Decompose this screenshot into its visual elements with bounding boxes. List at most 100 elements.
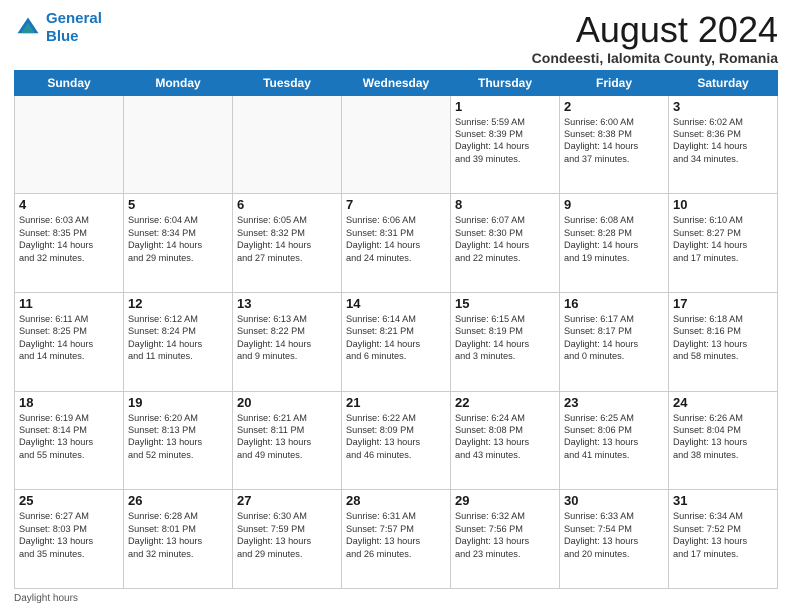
day-number: 30	[564, 493, 664, 508]
calendar-cell: 10Sunrise: 6:10 AM Sunset: 8:27 PM Dayli…	[669, 194, 778, 293]
col-header-wednesday: Wednesday	[342, 70, 451, 95]
day-number: 31	[673, 493, 773, 508]
calendar-cell: 5 Sunrise: 6:04 AM Sunset: 8:34 PM Daylig…	[124, 194, 233, 293]
day-info: Sunrise: 6:08 AM Sunset: 8:28 PM Dayligh…	[564, 214, 664, 264]
calendar-cell: 11 Sunrise: 6:11 AM Sunset: 8:25 PM Dayli…	[15, 292, 124, 391]
calendar-cell: 1 Sunrise: 5:59 AM Sunset: 8:39 PM Daylig…	[451, 95, 560, 194]
logo-icon	[14, 14, 42, 42]
day-number: 27	[237, 493, 337, 508]
calendar-cell: 15 Sunrise: 6:15 AM Sunset: 8:19 PM Dayli…	[451, 292, 560, 391]
calendar-cell: 12 Sunrise: 6:12 AM Sunset: 8:24 PM Dayli…	[124, 292, 233, 391]
calendar-cell: 25 Sunrise: 6:27 AM Sunset: 8:03 PM Dayli…	[15, 490, 124, 589]
day-number: 5	[128, 197, 228, 212]
calendar-cell: 27Sunrise: 6:30 AM Sunset: 7:59 PM Dayli…	[233, 490, 342, 589]
col-header-monday: Monday	[124, 70, 233, 95]
calendar-cell	[124, 95, 233, 194]
page: General Blue August 2024 Condeesti, Ialo…	[0, 0, 792, 612]
calendar-cell: 7 Sunrise: 6:06 AM Sunset: 8:31 PM Daylig…	[342, 194, 451, 293]
day-number: 6	[237, 197, 337, 212]
calendar-cell: 31 Sunrise: 6:34 AM Sunset: 7:52 PM Dayli…	[669, 490, 778, 589]
calendar-cell: 29Sunrise: 6:32 AM Sunset: 7:56 PM Dayli…	[451, 490, 560, 589]
calendar-week-1: 4 Sunrise: 6:03 AM Sunset: 8:35 PM Daylig…	[15, 194, 778, 293]
day-number: 11	[19, 296, 119, 311]
calendar-cell: 28 Sunrise: 6:31 AM Sunset: 7:57 PM Dayli…	[342, 490, 451, 589]
calendar-cell: 17Sunrise: 6:18 AM Sunset: 8:16 PM Dayli…	[669, 292, 778, 391]
day-number: 23	[564, 395, 664, 410]
day-number: 1	[455, 99, 555, 114]
day-number: 12	[128, 296, 228, 311]
day-number: 21	[346, 395, 446, 410]
day-number: 14	[346, 296, 446, 311]
col-header-saturday: Saturday	[669, 70, 778, 95]
day-info: Sunrise: 6:24 AM Sunset: 8:08 PM Dayligh…	[455, 412, 555, 462]
calendar-cell	[342, 95, 451, 194]
calendar-cell: 9 Sunrise: 6:08 AM Sunset: 8:28 PM Daylig…	[560, 194, 669, 293]
day-info: Sunrise: 6:05 AM Sunset: 8:32 PM Dayligh…	[237, 214, 337, 264]
calendar-cell: 26 Sunrise: 6:28 AM Sunset: 8:01 PM Dayli…	[124, 490, 233, 589]
calendar-cell: 6 Sunrise: 6:05 AM Sunset: 8:32 PM Daylig…	[233, 194, 342, 293]
day-info: Sunrise: 6:19 AM Sunset: 8:14 PM Dayligh…	[19, 412, 119, 462]
day-info: Sunrise: 6:13 AM Sunset: 8:22 PM Dayligh…	[237, 313, 337, 363]
calendar-header-row: SundayMondayTuesdayWednesdayThursdayFrid…	[15, 70, 778, 95]
day-number: 4	[19, 197, 119, 212]
col-header-tuesday: Tuesday	[233, 70, 342, 95]
calendar-week-3: 18Sunrise: 6:19 AM Sunset: 8:14 PM Dayli…	[15, 391, 778, 490]
logo-text: General Blue	[46, 10, 102, 46]
day-number: 19	[128, 395, 228, 410]
calendar-subtitle: Condeesti, Ialomita County, Romania	[532, 50, 778, 66]
calendar-cell: 22 Sunrise: 6:24 AM Sunset: 8:08 PM Dayli…	[451, 391, 560, 490]
calendar-cell: 16Sunrise: 6:17 AM Sunset: 8:17 PM Dayli…	[560, 292, 669, 391]
day-number: 13	[237, 296, 337, 311]
day-number: 15	[455, 296, 555, 311]
day-info: Sunrise: 6:02 AM Sunset: 8:36 PM Dayligh…	[673, 116, 773, 166]
day-info: Sunrise: 6:11 AM Sunset: 8:25 PM Dayligh…	[19, 313, 119, 363]
calendar-week-0: 1 Sunrise: 5:59 AM Sunset: 8:39 PM Daylig…	[15, 95, 778, 194]
day-number: 26	[128, 493, 228, 508]
calendar-cell: 4 Sunrise: 6:03 AM Sunset: 8:35 PM Daylig…	[15, 194, 124, 293]
day-info: Sunrise: 5:59 AM Sunset: 8:39 PM Dayligh…	[455, 116, 555, 166]
day-info: Sunrise: 6:33 AM Sunset: 7:54 PM Dayligh…	[564, 510, 664, 560]
day-info: Sunrise: 6:34 AM Sunset: 7:52 PM Dayligh…	[673, 510, 773, 560]
calendar-cell: 2Sunrise: 6:00 AM Sunset: 8:38 PM Daylig…	[560, 95, 669, 194]
col-header-thursday: Thursday	[451, 70, 560, 95]
calendar-cell: 30 Sunrise: 6:33 AM Sunset: 7:54 PM Dayli…	[560, 490, 669, 589]
day-info: Sunrise: 6:26 AM Sunset: 8:04 PM Dayligh…	[673, 412, 773, 462]
col-header-sunday: Sunday	[15, 70, 124, 95]
calendar-cell: 3 Sunrise: 6:02 AM Sunset: 8:36 PM Daylig…	[669, 95, 778, 194]
day-info: Sunrise: 6:27 AM Sunset: 8:03 PM Dayligh…	[19, 510, 119, 560]
day-info: Sunrise: 6:28 AM Sunset: 8:01 PM Dayligh…	[128, 510, 228, 560]
day-info: Sunrise: 6:32 AM Sunset: 7:56 PM Dayligh…	[455, 510, 555, 560]
day-info: Sunrise: 6:03 AM Sunset: 8:35 PM Dayligh…	[19, 214, 119, 264]
day-info: Sunrise: 6:15 AM Sunset: 8:19 PM Dayligh…	[455, 313, 555, 363]
day-number: 20	[237, 395, 337, 410]
day-info: Sunrise: 6:12 AM Sunset: 8:24 PM Dayligh…	[128, 313, 228, 363]
day-info: Sunrise: 6:10 AM Sunset: 8:27 PM Dayligh…	[673, 214, 773, 264]
logo-line1: General	[46, 10, 102, 27]
day-number: 25	[19, 493, 119, 508]
footer-text: Daylight hours	[14, 593, 78, 604]
calendar-cell: 18Sunrise: 6:19 AM Sunset: 8:14 PM Dayli…	[15, 391, 124, 490]
calendar-cell: 13 Sunrise: 6:13 AM Sunset: 8:22 PM Dayli…	[233, 292, 342, 391]
day-info: Sunrise: 6:04 AM Sunset: 8:34 PM Dayligh…	[128, 214, 228, 264]
calendar-title: August 2024	[532, 10, 778, 50]
calendar-cell: 20Sunrise: 6:21 AM Sunset: 8:11 PM Dayli…	[233, 391, 342, 490]
calendar-table: SundayMondayTuesdayWednesdayThursdayFrid…	[14, 70, 778, 589]
day-number: 28	[346, 493, 446, 508]
day-info: Sunrise: 6:06 AM Sunset: 8:31 PM Dayligh…	[346, 214, 446, 264]
day-info: Sunrise: 6:00 AM Sunset: 8:38 PM Dayligh…	[564, 116, 664, 166]
day-number: 7	[346, 197, 446, 212]
day-info: Sunrise: 6:20 AM Sunset: 8:13 PM Dayligh…	[128, 412, 228, 462]
header: General Blue August 2024 Condeesti, Ialo…	[14, 10, 778, 66]
day-info: Sunrise: 6:22 AM Sunset: 8:09 PM Dayligh…	[346, 412, 446, 462]
col-header-friday: Friday	[560, 70, 669, 95]
day-number: 22	[455, 395, 555, 410]
calendar-cell: 24 Sunrise: 6:26 AM Sunset: 8:04 PM Dayli…	[669, 391, 778, 490]
day-info: Sunrise: 6:14 AM Sunset: 8:21 PM Dayligh…	[346, 313, 446, 363]
calendar-cell: 23Sunrise: 6:25 AM Sunset: 8:06 PM Dayli…	[560, 391, 669, 490]
day-info: Sunrise: 6:31 AM Sunset: 7:57 PM Dayligh…	[346, 510, 446, 560]
title-block: August 2024 Condeesti, Ialomita County, …	[532, 10, 778, 66]
day-number: 9	[564, 197, 664, 212]
day-number: 24	[673, 395, 773, 410]
day-number: 3	[673, 99, 773, 114]
day-info: Sunrise: 6:17 AM Sunset: 8:17 PM Dayligh…	[564, 313, 664, 363]
